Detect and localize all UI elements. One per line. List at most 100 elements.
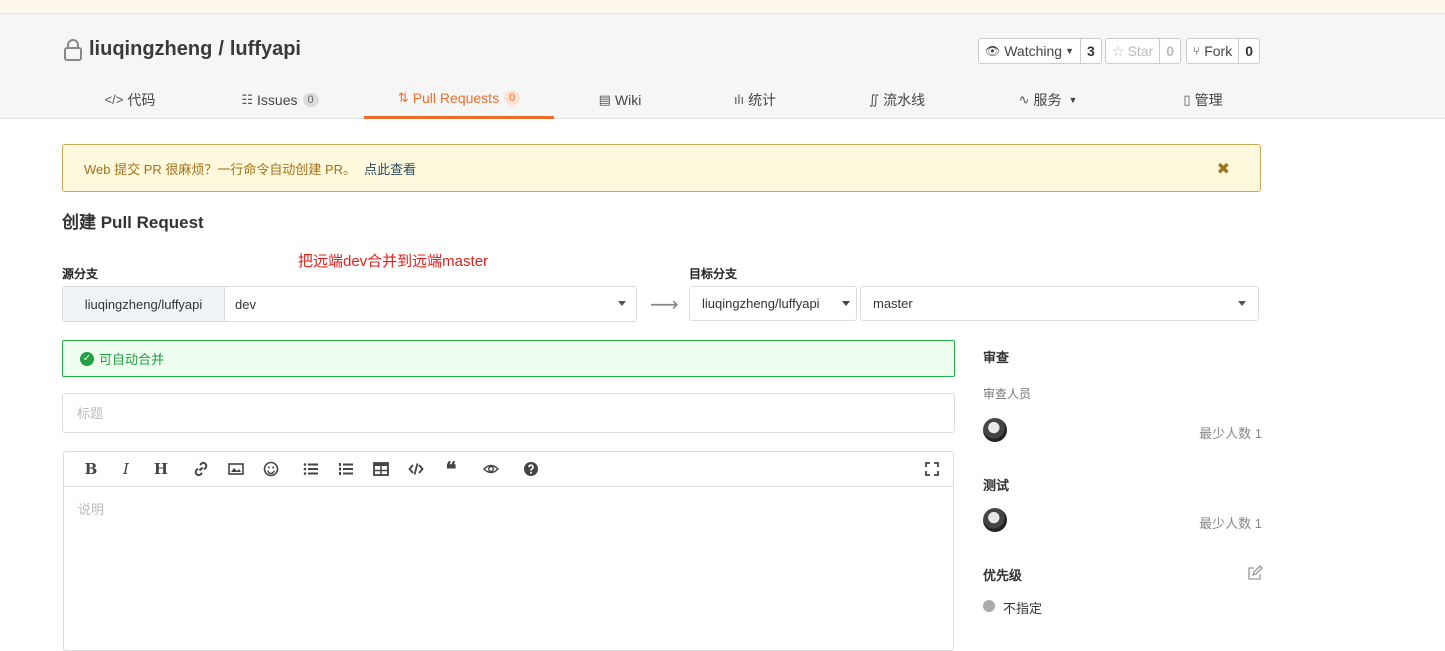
page-title: 创建 Pull Request bbox=[62, 213, 204, 232]
annotation-text: 把远端dev合并到远端master bbox=[298, 253, 489, 270]
pull-requests-count-badge: 0 bbox=[504, 91, 521, 105]
heading-icon[interactable]: H bbox=[150, 459, 172, 479]
book-icon: ▤ bbox=[598, 91, 611, 107]
edit-icon[interactable] bbox=[1247, 565, 1263, 581]
source-branch-selector: liuqingzheng/luffyapi dev bbox=[62, 286, 637, 322]
cli-tip-alert: Web 提交 PR 很麻烦？一行命令自动创建 PR。 点此查看 ✖ bbox=[62, 144, 1261, 192]
fork-icon: ⑂ bbox=[1193, 44, 1201, 58]
repo-tabs: </> 代码 ☷ Issues 0 ⇅ Pull Requests 0 ▤ Wiki ılı… bbox=[0, 80, 1445, 119]
top-notice-strip bbox=[0, 0, 1445, 14]
reviewers-min-count: 最少人数 1 bbox=[1199, 426, 1262, 441]
tab-issues[interactable]: ☷ Issues 0 bbox=[225, 80, 335, 119]
source-branch-value: dev bbox=[235, 296, 256, 312]
description-editor: B I H ❝ 说明 bbox=[63, 451, 954, 651]
emoji-icon[interactable] bbox=[260, 459, 282, 479]
alert-text: Web 提交 PR 很麻烦？一行命令自动创建 PR。 bbox=[84, 161, 357, 177]
tester-avatar[interactable] bbox=[983, 508, 1007, 532]
fork-label[interactable]: Fork bbox=[1204, 43, 1232, 59]
target-branch-select[interactable]: master bbox=[860, 286, 1259, 321]
code-icon[interactable] bbox=[405, 459, 427, 479]
bold-icon[interactable]: B bbox=[80, 459, 102, 479]
tab-pull-requests[interactable]: ⇅ Pull Requests 0 bbox=[364, 80, 554, 119]
italic-icon[interactable]: I bbox=[115, 459, 137, 479]
pipeline-icon: ∬ bbox=[868, 91, 880, 107]
quote-icon[interactable]: ❝ bbox=[440, 457, 462, 481]
tab-label: 统计 bbox=[748, 91, 777, 108]
tab-label: Pull Requests bbox=[412, 90, 500, 106]
bar-chart-icon: ılı bbox=[733, 92, 745, 107]
arrow-right-icon: ⟶ bbox=[650, 294, 679, 316]
fork-button-group[interactable]: ⑂ Fork 0 bbox=[1186, 38, 1260, 64]
watch-label[interactable]: Watching bbox=[1004, 43, 1062, 59]
fullscreen-icon[interactable] bbox=[921, 459, 943, 479]
table-icon[interactable] bbox=[370, 459, 392, 479]
priority-heading: 优先级 bbox=[983, 568, 1023, 583]
preview-icon[interactable] bbox=[480, 459, 502, 479]
reviewer-avatar[interactable] bbox=[983, 418, 1007, 442]
tab-label: 管理 bbox=[1194, 91, 1223, 108]
link-icon[interactable] bbox=[190, 459, 212, 479]
priority-value[interactable]: 不指定 bbox=[1003, 598, 1042, 617]
tab-wiki[interactable]: ▤ Wiki bbox=[580, 80, 660, 119]
tab-label: 代码 bbox=[127, 91, 156, 108]
editor-toolbar: B I H ❝ bbox=[64, 452, 953, 487]
check-circle-icon: ✓ bbox=[80, 351, 94, 366]
caret-down-icon: ▼ bbox=[1068, 94, 1078, 105]
tab-services[interactable]: ∿ 服务 ▼ bbox=[1003, 80, 1093, 119]
pulse-icon: ∿ bbox=[1018, 91, 1030, 107]
repo-header: liuqingzheng / luffyapi 👁 Watching ▼ 3 ☆ St… bbox=[0, 14, 1445, 119]
tab-label: Issues bbox=[257, 91, 298, 108]
tab-stats[interactable]: ılı 统计 bbox=[715, 80, 795, 119]
tab-label: 服务 bbox=[1033, 91, 1062, 108]
watch-button-group[interactable]: 👁 Watching ▼ 3 bbox=[978, 38, 1102, 64]
pull-request-icon: ⇅ bbox=[397, 90, 409, 105]
review-heading: 审查 bbox=[983, 350, 1010, 365]
source-branch-label: 源分支 bbox=[62, 267, 99, 281]
star-label[interactable]: Star bbox=[1128, 43, 1154, 59]
caret-down-icon bbox=[1238, 301, 1246, 306]
repo-title: liuqingzheng / luffyapi bbox=[63, 38, 301, 61]
caret-down-icon bbox=[618, 301, 626, 306]
target-repo-select[interactable]: liuqingzheng/luffyapi bbox=[689, 286, 857, 321]
close-icon[interactable]: ✖ bbox=[1217, 159, 1230, 179]
tab-pipeline[interactable]: ∬ 流水线 bbox=[852, 80, 942, 119]
priority-dot-icon bbox=[983, 600, 995, 612]
caret-down-icon bbox=[842, 301, 850, 306]
alert-link[interactable]: 点此查看 bbox=[364, 159, 416, 178]
testers-min-count: 最少人数 1 bbox=[1199, 516, 1262, 531]
issues-icon: ☷ bbox=[241, 91, 254, 107]
tab-code[interactable]: </> 代码 bbox=[80, 80, 180, 119]
star-count[interactable]: 0 bbox=[1159, 39, 1180, 63]
watch-count[interactable]: 3 bbox=[1080, 39, 1101, 63]
merge-status-banner: ✓ 可自动合并 bbox=[62, 340, 955, 377]
help-icon[interactable] bbox=[520, 459, 542, 479]
document-icon: ▯ bbox=[1183, 91, 1191, 107]
description-textarea[interactable]: 说明 bbox=[64, 487, 953, 530]
image-icon[interactable] bbox=[225, 459, 247, 479]
target-branch-label: 目标分支 bbox=[689, 267, 738, 281]
fork-count[interactable]: 0 bbox=[1238, 39, 1259, 63]
eye-icon: 👁 bbox=[985, 44, 1001, 58]
target-repo-value: liuqingzheng/luffyapi bbox=[702, 296, 820, 311]
reviewers-label: 审查人员 bbox=[983, 387, 1032, 401]
test-heading: 测试 bbox=[983, 478, 1010, 493]
star-icon: ☆ bbox=[1112, 42, 1125, 59]
merge-status-text: 可自动合并 bbox=[99, 352, 165, 367]
source-repo: liuqingzheng/luffyapi bbox=[63, 287, 225, 321]
issues-count-badge: 0 bbox=[302, 92, 319, 107]
repo-name-link[interactable]: luffyapi bbox=[230, 38, 301, 61]
repo-owner-link[interactable]: liuqingzheng bbox=[89, 38, 212, 61]
tab-label: 流水线 bbox=[883, 91, 926, 108]
code-icon: </> bbox=[104, 92, 124, 107]
tab-label: Wiki bbox=[614, 91, 642, 108]
lock-icon bbox=[64, 38, 82, 61]
target-branch-value: master bbox=[873, 296, 913, 311]
source-branch-select[interactable]: dev bbox=[225, 287, 636, 321]
caret-down-icon: ▼ bbox=[1065, 46, 1074, 56]
pr-title-input[interactable] bbox=[62, 393, 955, 433]
numbered-list-icon[interactable] bbox=[335, 459, 357, 479]
repo-separator: / bbox=[218, 38, 224, 60]
star-button-group[interactable]: ☆ Star 0 bbox=[1105, 38, 1182, 64]
tab-manage[interactable]: ▯ 管理 bbox=[1158, 80, 1248, 119]
bullet-list-icon[interactable] bbox=[300, 459, 322, 479]
